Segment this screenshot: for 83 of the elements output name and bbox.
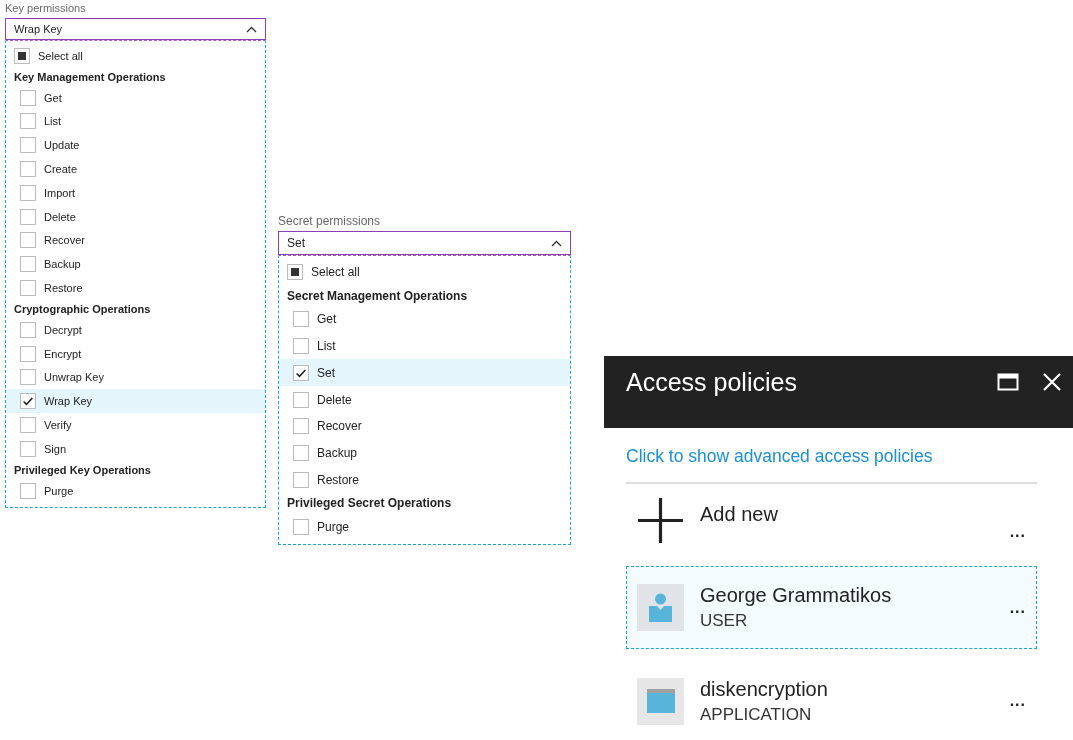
checkbox[interactable] bbox=[287, 264, 303, 281]
policy-list-item[interactable]: George Grammatikos USER ... bbox=[626, 566, 1037, 649]
field-label: Key permissions bbox=[5, 1, 87, 15]
close-icon[interactable] bbox=[1043, 373, 1061, 391]
option-label: Backup bbox=[44, 258, 81, 271]
policy-list-item[interactable]: diskencryption APPLICATION ... bbox=[626, 661, 1037, 740]
more-options[interactable]: ... bbox=[1009, 598, 1026, 617]
application-window-icon bbox=[637, 677, 684, 725]
checkbox[interactable] bbox=[20, 440, 36, 457]
entry-name: Add new bbox=[700, 503, 779, 526]
option-label: Unwrap Key bbox=[44, 371, 104, 384]
checkbox[interactable] bbox=[20, 280, 36, 297]
option-label: Delete bbox=[317, 392, 352, 407]
option-label: Sign bbox=[44, 442, 67, 455]
group-heading: Cryptographic Operations bbox=[13, 301, 152, 317]
blade-title: Access policies bbox=[626, 367, 798, 398]
checkbox[interactable] bbox=[20, 321, 36, 338]
more-options[interactable]: ... bbox=[1009, 692, 1026, 710]
checkbox[interactable] bbox=[20, 232, 36, 249]
entry-name: George Grammatikos bbox=[700, 584, 893, 607]
checkbox[interactable] bbox=[20, 89, 36, 106]
option-label: Recover bbox=[317, 419, 362, 434]
entry-type: USER bbox=[700, 611, 749, 631]
user-icon bbox=[637, 584, 684, 631]
group-heading: Privileged Key Operations bbox=[13, 462, 152, 478]
selected-option-row[interactable]: Set bbox=[279, 359, 570, 387]
plus-icon bbox=[637, 497, 684, 544]
checkbox[interactable] bbox=[293, 445, 309, 462]
caret-icon bbox=[246, 25, 257, 33]
entry-name: diskencryption bbox=[700, 677, 829, 701]
group-heading: Privileged Secret Operations bbox=[286, 495, 453, 513]
option-label: Purge bbox=[44, 484, 74, 497]
field-label: Secret permissions bbox=[278, 214, 382, 228]
option-label: Restore bbox=[317, 472, 360, 487]
entry-type: APPLICATION bbox=[700, 704, 813, 725]
option-label: Restore bbox=[44, 282, 83, 295]
checkbox[interactable] bbox=[20, 345, 36, 362]
checkbox[interactable] bbox=[293, 471, 309, 488]
permissions-dropdown[interactable]: Set bbox=[278, 231, 571, 255]
permissions-dropdown[interactable]: Wrap Key bbox=[5, 18, 266, 40]
checkbox[interactable] bbox=[293, 391, 309, 408]
checkbox[interactable] bbox=[20, 184, 36, 201]
option-label: Create bbox=[44, 163, 78, 176]
checkbox[interactable] bbox=[20, 137, 36, 154]
maximize-icon[interactable] bbox=[997, 373, 1019, 391]
checkbox[interactable] bbox=[20, 369, 36, 386]
option-label: Recover bbox=[44, 234, 85, 247]
caret-icon bbox=[551, 239, 562, 247]
checkbox[interactable] bbox=[20, 417, 36, 434]
option-label: Delete bbox=[44, 210, 76, 223]
checkbox[interactable] bbox=[293, 364, 309, 381]
option-label: Wrap Key bbox=[44, 395, 93, 408]
group-heading: Secret Management Operations bbox=[286, 287, 469, 305]
selected-option-row[interactable]: Wrap Key bbox=[6, 389, 265, 414]
checkbox[interactable] bbox=[20, 393, 36, 410]
option-label: Select all bbox=[311, 265, 360, 280]
option-label: Backup bbox=[317, 446, 358, 461]
advanced-policies-link[interactable]: Click to show advanced access policies bbox=[626, 446, 933, 467]
option-label: Encrypt bbox=[44, 347, 82, 360]
option-label: Set bbox=[317, 365, 335, 380]
checkbox[interactable] bbox=[20, 161, 36, 178]
checkbox[interactable] bbox=[14, 47, 30, 64]
checkbox[interactable] bbox=[293, 518, 309, 535]
option-label: Select all bbox=[38, 49, 83, 62]
checkbox[interactable] bbox=[293, 311, 309, 328]
group-heading: Key Management Operations bbox=[13, 69, 167, 85]
checkbox[interactable] bbox=[293, 418, 309, 435]
checkbox[interactable] bbox=[20, 482, 36, 499]
checkbox[interactable] bbox=[20, 256, 36, 273]
option-label: Update bbox=[44, 139, 80, 152]
option-label: Decrypt bbox=[44, 323, 82, 336]
checkbox[interactable] bbox=[20, 208, 36, 225]
option-label: Get bbox=[317, 312, 337, 327]
checkbox[interactable] bbox=[20, 113, 36, 130]
option-label: Get bbox=[44, 91, 62, 104]
option-label: List bbox=[44, 115, 62, 128]
option-label: List bbox=[317, 339, 336, 353]
more-options[interactable]: ... bbox=[1009, 523, 1026, 541]
add-new-item[interactable]: Add new ... bbox=[626, 484, 1037, 556]
checkbox[interactable] bbox=[293, 338, 309, 354]
option-label: Purge bbox=[317, 519, 350, 534]
option-label: Verify bbox=[44, 419, 72, 432]
option-label: Import bbox=[44, 186, 76, 199]
